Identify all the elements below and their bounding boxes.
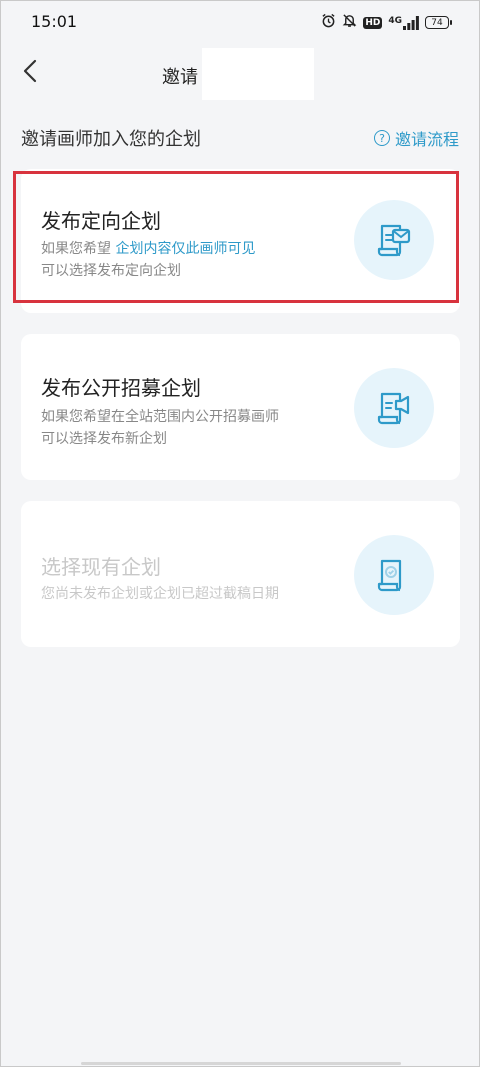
card-title: 发布公开招募企划 xyxy=(41,376,201,400)
back-button[interactable] xyxy=(15,57,45,89)
section-header: 邀请画师加入您的企划 ? 邀请流程 xyxy=(1,103,479,165)
question-circle-icon: ? xyxy=(373,130,390,146)
signal-icon: 4G xyxy=(388,15,419,30)
document-megaphone-icon xyxy=(354,368,434,448)
card-desc-line2: 可以选择发布定向企划 xyxy=(41,263,181,279)
hd-icon: HD xyxy=(363,16,383,29)
card-description: 如果您希望在全站范围内公开招募画师 可以选择发布新企划 xyxy=(41,406,279,450)
card-description: 如果您希望 企划内容仅此画师可见 可以选择发布定向企划 xyxy=(41,238,255,282)
document-check-icon xyxy=(354,535,434,615)
card-title: 选择现有企划 xyxy=(41,555,161,579)
page-title: 邀请 xyxy=(162,67,198,88)
nav-bar: 邀请 xyxy=(1,43,479,103)
document-mail-icon xyxy=(354,200,434,280)
card-directed-project[interactable]: 发布定向企划 如果您希望 企划内容仅此画师可见 可以选择发布定向企划 xyxy=(21,169,460,313)
mute-bell-icon xyxy=(342,13,357,32)
card-title: 发布定向企划 xyxy=(41,209,161,233)
network-type: 4G xyxy=(388,15,402,26)
alarm-icon xyxy=(321,13,336,32)
card-description: 您尚未发布企划或企划已超过截稿日期 xyxy=(41,583,279,605)
section-title: 邀请画师加入您的企划 xyxy=(21,129,201,150)
card-desc-line1: 如果您希望在全站范围内公开招募画师 xyxy=(41,409,279,425)
status-icons: HD 4G 74 xyxy=(321,13,452,32)
card-desc-line2: 可以选择发布新企划 xyxy=(41,431,167,447)
card-public-recruit-project[interactable]: 发布公开招募企划 如果您希望在全站范围内公开招募画师 可以选择发布新企划 xyxy=(21,334,460,480)
status-time: 15:01 xyxy=(31,12,78,31)
redacted-area xyxy=(202,48,314,100)
card-desc-highlight: 企划内容仅此画师可见 xyxy=(115,241,256,257)
battery-level: 74 xyxy=(431,17,443,28)
battery-icon: 74 xyxy=(425,16,452,29)
chevron-left-icon xyxy=(23,59,37,87)
home-indicator xyxy=(81,1062,401,1065)
invite-process-link[interactable]: ? 邀请流程 xyxy=(373,126,459,150)
status-bar: 15:01 HD 4G 74 xyxy=(1,1,479,43)
card-desc-line1: 您尚未发布企划或企划已超过截稿日期 xyxy=(41,586,279,602)
card-select-existing-project: 选择现有企划 您尚未发布企划或企划已超过截稿日期 xyxy=(21,501,460,647)
invite-process-label: 邀请流程 xyxy=(394,130,459,149)
card-desc-prefix: 如果您希望 xyxy=(41,241,116,257)
